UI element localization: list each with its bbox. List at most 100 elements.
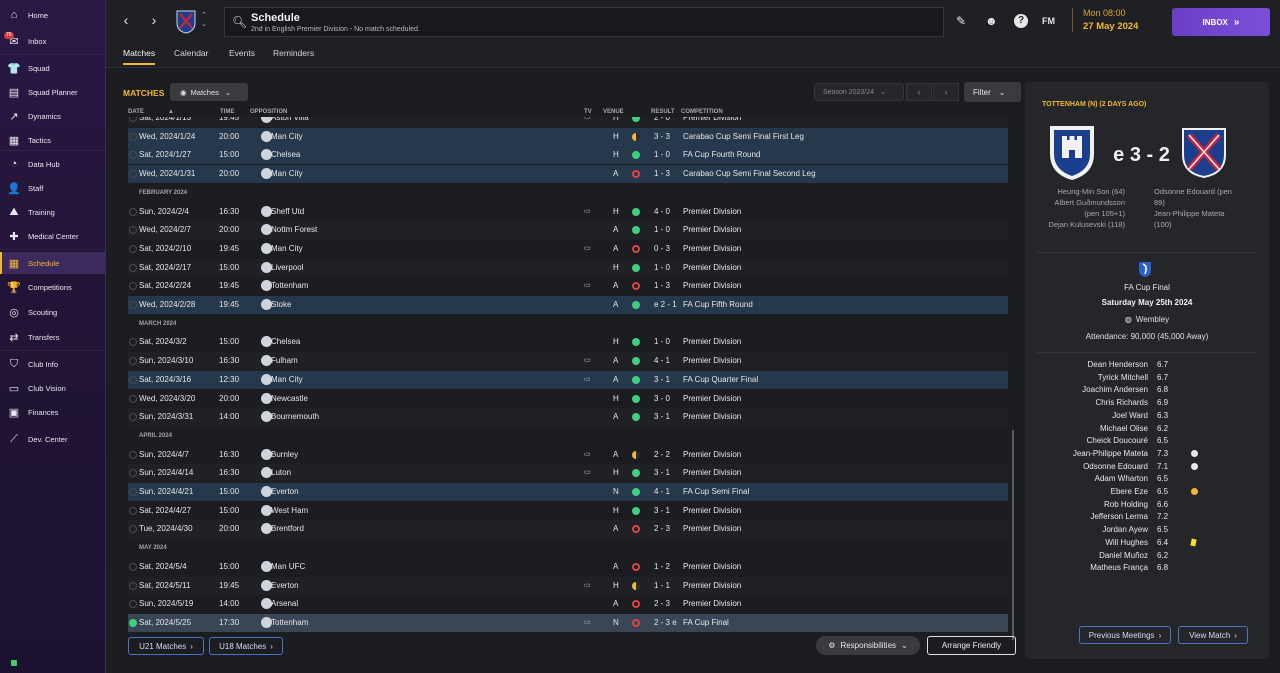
player-name[interactable]: Odsonne Edouard [1083, 462, 1148, 471]
row-select-checkbox[interactable] [129, 562, 137, 571]
lineup-row[interactable]: Joel Ward 6.3 [1025, 411, 1269, 423]
sidebar-item-club-vision[interactable]: ▭ Club Vision [0, 377, 106, 399]
table-row[interactable]: Sat, 2024/3/2 15:00 Chelsea H 1 - 0 Premier D… [128, 333, 1008, 351]
player-name[interactable]: Rob Holding [1104, 500, 1148, 509]
lineup-row[interactable]: Chris Richards 6.9 [1025, 398, 1269, 410]
competition-name[interactable]: Premier Division [683, 263, 741, 272]
col-opposition[interactable]: OPPOSITION [250, 109, 287, 115]
opposition-name[interactable]: Stoke [271, 300, 291, 309]
table-row[interactable]: Sun, 2024/4/21 15:00 Everton N 4 - 1 FA Cup S… [128, 483, 1008, 501]
row-select-checkbox[interactable] [129, 132, 137, 141]
row-select-checkbox[interactable] [129, 338, 137, 347]
lineup-row[interactable]: Matheus França 6.8 [1025, 563, 1269, 575]
table-row[interactable]: Tue, 2024/4/30 20:00 Brentford A 2 - 3 Premie… [128, 520, 1008, 539]
lineup-row[interactable]: Jefferson Lerma 7.2 [1025, 512, 1269, 524]
row-select-checkbox[interactable] [129, 263, 137, 272]
player-name[interactable]: Joachim Andersen [1082, 385, 1148, 394]
opposition-name[interactable]: Tottenham [271, 618, 308, 627]
tab-reminders[interactable]: Reminders [273, 48, 314, 63]
search-icon[interactable]: 🔍︎ [232, 15, 247, 29]
row-select-checkbox[interactable] [129, 581, 137, 590]
table-row[interactable]: Sun, 2024/3/10 16:30 Fulham A 4 - 1 Premier D… [128, 352, 1008, 371]
table-row[interactable]: Wed, 2024/1/31 20:00 Man City A 1 - 3 Carabao… [128, 165, 1008, 184]
player-name[interactable]: Ebere Eze [1111, 487, 1148, 496]
player-name[interactable]: Jordan Ayew [1102, 525, 1148, 534]
next-page-button[interactable]: › [933, 83, 959, 101]
sidebar-item-competitions[interactable]: 🏆 Competitions [0, 276, 106, 298]
sidebar-item-dynamics[interactable]: ↗ Dynamics [0, 105, 106, 127]
row-select-checkbox[interactable] [129, 525, 137, 534]
player-name[interactable]: Chris Richards [1096, 398, 1148, 407]
sidebar-item-home[interactable]: ⌂ Home [0, 4, 106, 26]
sidebar-item-scouting[interactable]: ◎ Scouting [0, 301, 106, 323]
opposition-name[interactable]: Tottenham [271, 281, 308, 290]
row-select-checkbox[interactable] [129, 301, 137, 309]
player-name[interactable]: Tyrick Mitchell [1098, 373, 1148, 382]
lineup-row[interactable]: Joachim Andersen 6.8 [1025, 385, 1269, 397]
club-crest-icon[interactable] [176, 10, 196, 34]
table-row[interactable]: Sat, 2024/5/4 15:00 Man UFC A 1 - 2 Premier D… [128, 558, 1008, 576]
row-select-checkbox[interactable] [129, 170, 137, 179]
competition-name[interactable]: Premier Division [683, 207, 741, 216]
competition-name[interactable]: FA Cup Fourth Round [683, 150, 760, 159]
lineup-row[interactable]: Ebere Eze 6.5 [1025, 487, 1269, 499]
row-select-checkbox[interactable] [129, 375, 137, 384]
opposition-name[interactable]: Nottm Forest [271, 225, 317, 234]
table-row[interactable]: Sat, 2024/2/10 19:45 Man City A 0 - 3 Premier… [128, 240, 1008, 258]
table-row[interactable]: Wed, 2024/3/20 20:00 Newcastle H 3 - 0 Premie… [128, 390, 1008, 408]
table-row[interactable]: Sat, 2024/4/27 15:00 West Ham H 3 - 1 Premier… [128, 502, 1008, 520]
competition-name[interactable]: Premier Division [683, 394, 741, 403]
table-row[interactable]: Wed, 2024/1/24 20:00 Man City H 3 - 3 Carabao… [128, 127, 1008, 146]
matches-dropdown[interactable]: ◉ Matches ⌄ [170, 83, 248, 101]
sidebar-item-finances[interactable]: ▣ Finances [0, 401, 106, 423]
feedback-icon[interactable]: ☻ [985, 14, 998, 28]
table-row[interactable]: Sun, 2024/2/4 16:30 Sheff Utd H 4 - 0 Premier… [128, 203, 1008, 221]
sidebar-item-schedule[interactable]: ▦ Schedule [0, 252, 106, 274]
club-switch-chevron-icon[interactable]: ⌃ ⌄ [201, 11, 207, 29]
filter-button[interactable]: Filter ⌄ [964, 82, 1021, 102]
opposition-name[interactable]: Chelsea [271, 150, 300, 159]
row-select-checkbox[interactable] [129, 151, 137, 160]
opposition-name[interactable]: Newcastle [271, 394, 308, 403]
opposition-name[interactable]: Man UFC [271, 562, 305, 571]
view-match-button[interactable]: View Match › [1178, 626, 1248, 644]
player-name[interactable]: Jefferson Lerma [1090, 512, 1148, 521]
previous-meetings-button[interactable]: Previous Meetings › [1079, 626, 1171, 644]
opposition-name[interactable]: Bournemouth [271, 412, 319, 421]
arrange-friendly-button[interactable]: Arrange Friendly [927, 636, 1016, 655]
competition-name[interactable]: Premier Division [683, 562, 741, 571]
sidebar-item-club-info[interactable]: ⛉ Club Info [0, 353, 106, 375]
competition-name[interactable]: FA Cup Final [683, 618, 729, 627]
competition-name[interactable]: Premier Division [683, 581, 741, 590]
competition-name[interactable]: Premier Division [683, 356, 741, 365]
inbox-button[interactable]: INBOX » [1172, 8, 1270, 36]
lineup-row[interactable]: Odsonne Edouard 7.1 [1025, 462, 1269, 474]
opposition-name[interactable]: West Ham [271, 506, 308, 515]
table-row[interactable]: Sun, 2024/4/7 16:30 Burnley A 2 - 2 Premier D… [128, 446, 1008, 464]
opposition-name[interactable]: Everton [271, 487, 299, 496]
table-row[interactable]: Sat, 2024/2/17 15:00 Liverpool H 1 - 0 Premie… [128, 258, 1008, 277]
opposition-name[interactable]: Man City [271, 375, 303, 384]
row-select-checkbox[interactable] [129, 488, 137, 496]
table-row[interactable]: Sat, 2024/5/25 17:30 Tottenham N 2 - 3 e FA C… [128, 613, 1008, 632]
table-row[interactable]: Sun, 2024/5/19 14:00 Arsenal A 2 - 3 Premier … [128, 595, 1008, 613]
table-row[interactable]: Sat, 2024/2/24 19:45 Tottenham A 1 - 3 Premie… [128, 277, 1008, 295]
row-select-checkbox[interactable] [129, 357, 137, 366]
opposition-name[interactable]: Man City [271, 132, 303, 141]
competition-name[interactable]: Premier Division [683, 599, 741, 608]
competition-name[interactable]: Premier Division [683, 450, 741, 459]
opposition-name[interactable]: Chelsea [271, 337, 300, 346]
opposition-name[interactable]: Fulham [271, 356, 298, 365]
lineup-row[interactable]: Will Hughes 6.4 [1025, 538, 1269, 550]
lineup-row[interactable]: Adam Wharton 6.5 [1025, 474, 1269, 486]
row-select-checkbox[interactable] [129, 117, 137, 122]
lineup-row[interactable]: Jordan Ayew 6.5 [1025, 525, 1269, 537]
row-select-checkbox[interactable] [129, 618, 137, 627]
player-name[interactable]: Adam Wharton [1095, 474, 1148, 483]
sidebar-item-dev-center[interactable]: ⟋ Dev. Center [0, 428, 106, 450]
season-select[interactable]: Season 2023/24 ⌄ [814, 83, 904, 101]
table-row[interactable]: Sat, 2024/5/11 19:45 Everton H 1 - 1 Premier … [128, 576, 1008, 595]
table-row[interactable]: Sun, 2024/3/31 14:00 Bournemouth A 3 - 1 Prem… [128, 408, 1008, 427]
col-result[interactable]: RESULT [651, 109, 675, 115]
col-date[interactable]: DATE [128, 109, 144, 115]
